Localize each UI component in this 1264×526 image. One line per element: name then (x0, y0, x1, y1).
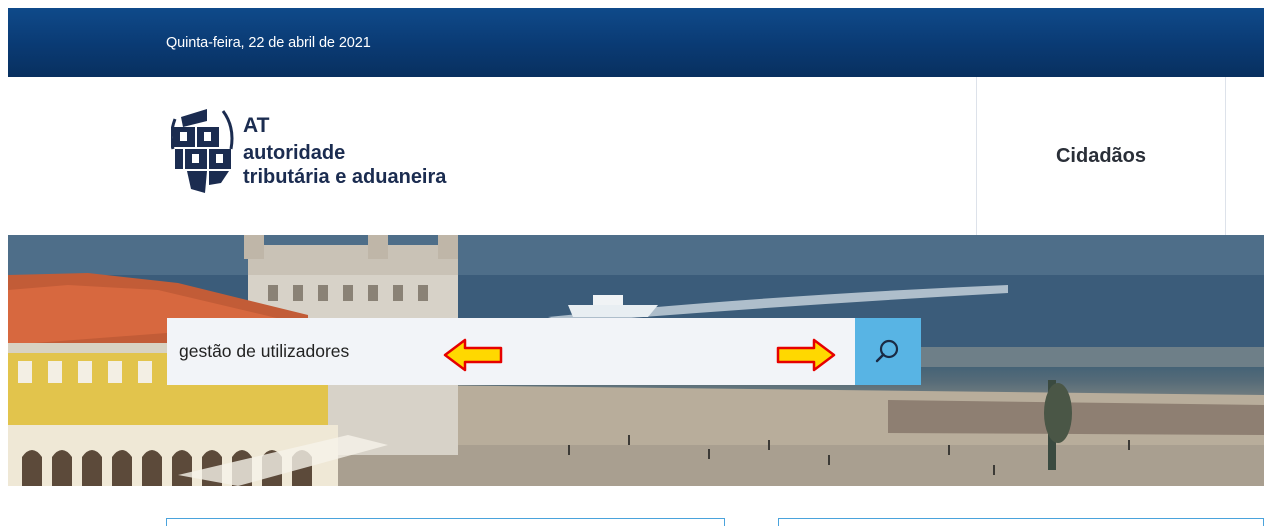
logo-text-line2: tributária e aduaneira (243, 166, 447, 188)
page-left-edge (0, 0, 8, 526)
search-input[interactable] (167, 318, 855, 385)
service-card-right[interactable] (778, 518, 1264, 526)
arrow-right-annotation-icon (776, 338, 836, 372)
search-box (167, 318, 855, 385)
current-date: Quinta-feira, 22 de abril de 2021 (166, 35, 371, 51)
search-button[interactable] (855, 318, 921, 385)
nav-item-label: Cidadãos (1055, 144, 1147, 167)
logo-text-line1: autoridade (243, 142, 346, 164)
at-logo[interactable]: AT autoridade tributária e aduaneira (171, 105, 531, 205)
site-header: AT autoridade tributária e aduaneira Cid… (8, 77, 1264, 235)
portugal-shield-icon (171, 109, 234, 193)
nav-item-cidadaos[interactable]: Cidadãos (976, 77, 1225, 235)
service-card-left[interactable] (166, 518, 725, 526)
logo-abbreviation: AT (243, 114, 270, 137)
nav-item-next[interactable] (1225, 77, 1264, 235)
search-icon (875, 339, 899, 362)
top-bar: Quinta-feira, 22 de abril de 2021 (8, 8, 1264, 77)
arrow-left-annotation-icon (443, 338, 503, 372)
